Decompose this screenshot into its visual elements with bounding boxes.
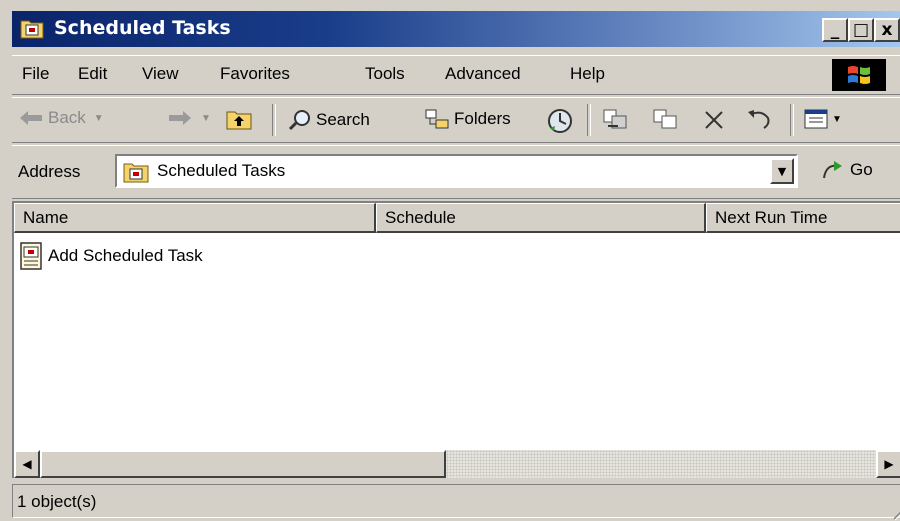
back-label: Back xyxy=(48,108,86,127)
toolbar-separator xyxy=(587,104,591,136)
minimize-button[interactable]: _ xyxy=(822,18,848,42)
close-button[interactable]: x xyxy=(874,18,900,42)
column-header-name[interactable]: Name xyxy=(14,203,376,233)
title-bar[interactable]: Scheduled Tasks _ □ x xyxy=(12,11,900,47)
toolbar-separator xyxy=(790,104,794,136)
menu-bar: File Edit View Favorites Tools Advanced … xyxy=(12,55,900,95)
forward-dropdown-icon[interactable]: ▼ xyxy=(201,113,211,124)
menu-view[interactable]: View xyxy=(142,64,179,84)
copy-to-button[interactable] xyxy=(652,108,680,132)
up-button[interactable] xyxy=(226,108,252,130)
task-list-view[interactable]: Name Schedule Next Run Time Add Schedule… xyxy=(12,201,900,478)
undo-icon xyxy=(748,110,770,129)
go-arrow-icon xyxy=(823,161,842,179)
search-label: Search xyxy=(316,110,370,129)
menu-help[interactable]: Help xyxy=(570,64,605,84)
menu-file[interactable]: File xyxy=(22,64,49,84)
go-button[interactable]: Go xyxy=(820,158,873,182)
chevron-down-icon: ▼ xyxy=(777,164,787,178)
status-bar: 1 object(s) xyxy=(12,482,900,521)
delete-icon xyxy=(705,111,723,129)
folders-button[interactable]: Folders xyxy=(424,108,511,130)
copy-to-icon xyxy=(653,109,677,129)
forward-arrow-icon xyxy=(169,111,191,125)
folders-label: Folders xyxy=(454,109,511,128)
views-dropdown-icon[interactable]: ▼ xyxy=(832,114,842,125)
add-task-icon xyxy=(20,242,42,270)
scroll-left-button[interactable]: ◀ xyxy=(14,450,40,478)
column-header-next-run-time[interactable]: Next Run Time xyxy=(706,203,900,233)
status-panel: 1 object(s) xyxy=(12,484,900,518)
address-label: Address xyxy=(18,162,81,181)
toolbar-separator xyxy=(272,104,276,136)
status-text: 1 object(s) xyxy=(17,492,97,511)
menu-favorites[interactable]: Favorites xyxy=(220,64,290,84)
address-value: Scheduled Tasks xyxy=(157,161,286,180)
up-folder-icon xyxy=(226,111,252,130)
column-header-schedule[interactable]: Schedule xyxy=(376,203,706,233)
scheduled-tasks-folder-icon xyxy=(123,163,149,183)
scroll-thumb[interactable] xyxy=(40,450,446,478)
history-icon xyxy=(548,109,572,133)
horizontal-scrollbar[interactable]: ◀ ▶ xyxy=(14,450,900,478)
scroll-right-button[interactable]: ▶ xyxy=(876,450,900,478)
arrow-left-icon: ◀ xyxy=(22,457,32,471)
move-to-icon xyxy=(603,109,627,129)
views-icon xyxy=(804,109,828,129)
back-arrow-icon xyxy=(20,111,42,125)
window-title: Scheduled Tasks xyxy=(54,17,231,39)
undo-button[interactable] xyxy=(746,108,774,130)
menu-tools[interactable]: Tools xyxy=(365,64,405,84)
list-header: Name Schedule Next Run Time xyxy=(14,203,900,233)
address-bar: Address Scheduled Tasks ▼ Go xyxy=(12,145,900,199)
views-button[interactable]: ▼ xyxy=(804,108,842,130)
search-button[interactable]: Search xyxy=(288,108,370,132)
standard-toolbar: Back ▼ ▼ Search Folders ▼ xyxy=(12,97,900,143)
search-icon xyxy=(288,110,310,131)
back-button[interactable]: Back ▼ xyxy=(18,108,104,128)
forward-button[interactable]: ▼ xyxy=(167,108,211,128)
scheduled-tasks-folder-icon xyxy=(20,20,44,39)
list-item[interactable]: Add Scheduled Task xyxy=(18,241,203,271)
back-dropdown-icon[interactable]: ▼ xyxy=(94,113,104,124)
address-dropdown-button[interactable]: ▼ xyxy=(770,158,794,184)
explorer-window: Scheduled Tasks _ □ x File Edit View Fav… xyxy=(0,0,900,521)
resize-grip-icon[interactable] xyxy=(888,497,900,521)
folders-icon xyxy=(425,109,449,129)
menu-advanced[interactable]: Advanced xyxy=(445,64,521,84)
list-item-label: Add Scheduled Task xyxy=(48,246,203,265)
windows-logo-icon xyxy=(832,59,886,91)
delete-button[interactable] xyxy=(702,108,726,132)
history-button[interactable] xyxy=(546,108,574,134)
address-field[interactable]: Scheduled Tasks ▼ xyxy=(115,154,798,188)
go-label: Go xyxy=(850,160,873,179)
move-to-button[interactable] xyxy=(602,108,630,132)
arrow-right-icon: ▶ xyxy=(884,457,894,471)
maximize-button[interactable]: □ xyxy=(848,18,874,42)
menu-edit[interactable]: Edit xyxy=(78,64,107,84)
